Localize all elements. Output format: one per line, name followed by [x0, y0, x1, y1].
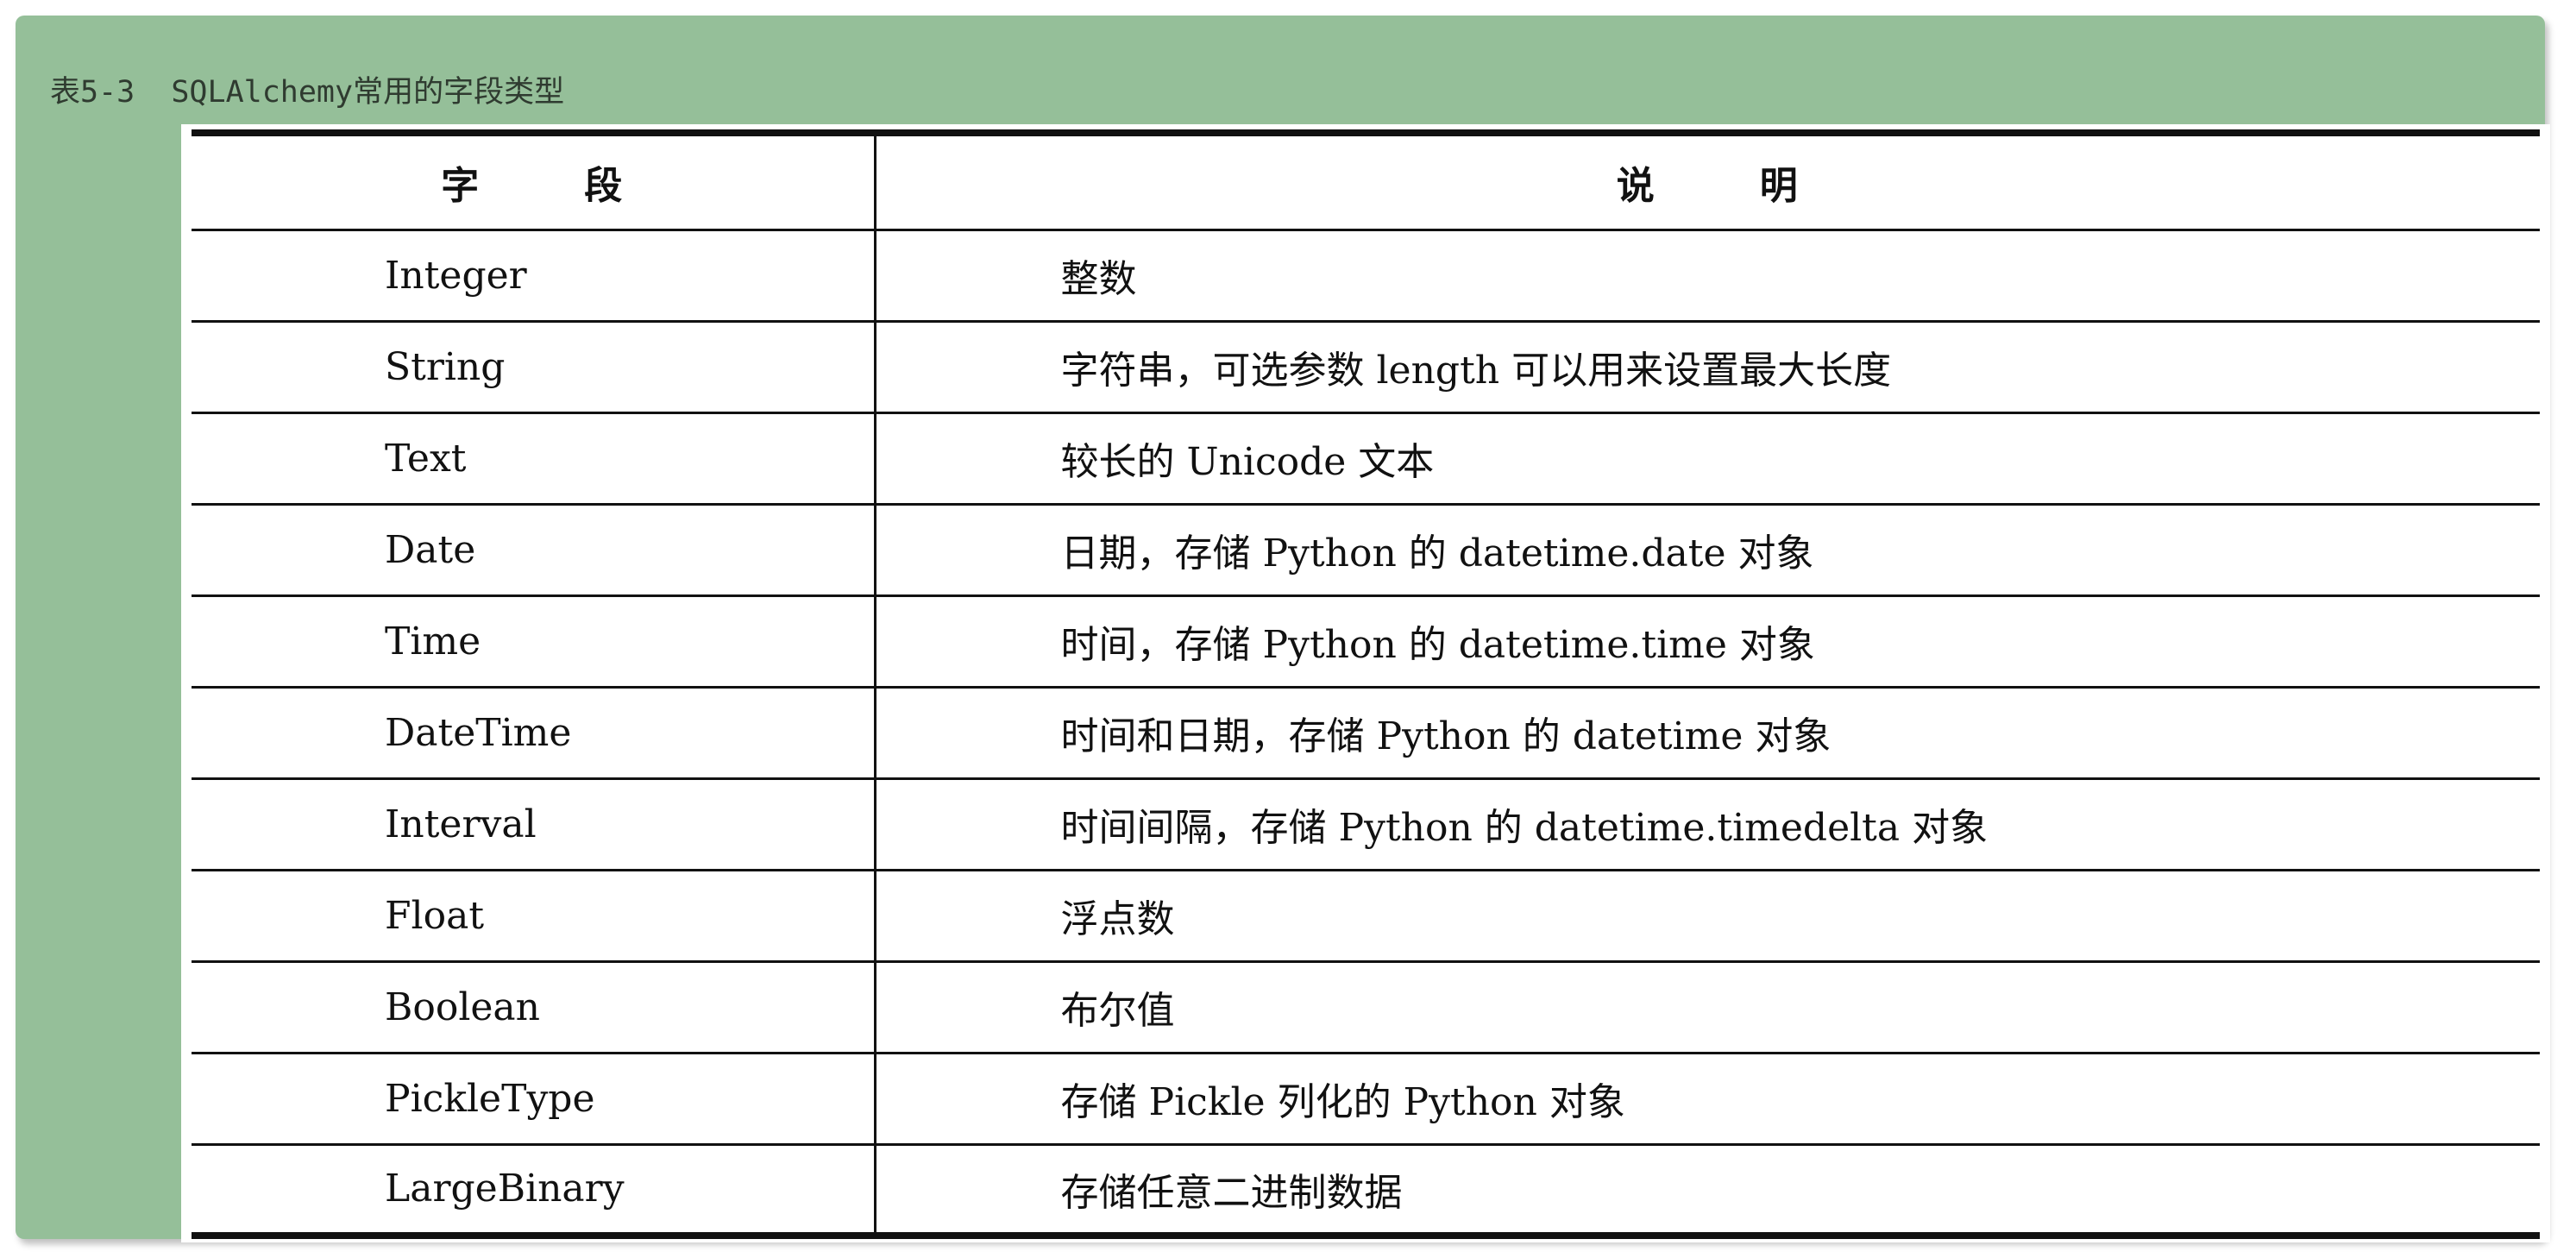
- field-cell: Date: [192, 504, 876, 597]
- table-row: PickleType 存储 Pickle 列化的 Python 对象: [192, 1053, 2540, 1146]
- header-desc-char-2: 明: [1759, 164, 1800, 209]
- table-row: Integer 整数: [192, 230, 2540, 323]
- table-row: LargeBinary 存储任意二进制数据: [192, 1144, 2540, 1239]
- table-row: Float 浮点数: [192, 870, 2540, 963]
- description-cell: 时间，存储 Python 的 datetime.time 对象: [875, 595, 2540, 689]
- header-field: 字段: [192, 129, 876, 231]
- field-cell: Interval: [192, 778, 876, 871]
- table-row: Interval 时间间隔，存储 Python 的 datetime.timed…: [192, 778, 2540, 871]
- table-row: Date 日期，存储 Python 的 datetime.date 对象: [192, 504, 2540, 597]
- description-cell: 存储 Pickle 列化的 Python 对象: [875, 1053, 2540, 1146]
- table-caption: 表5-3 SQLAlchemy常用的字段类型: [50, 75, 565, 110]
- field-cell: String: [192, 321, 876, 414]
- description-cell: 字符串，可选参数 length 可以用来设置最大长度: [875, 321, 2540, 414]
- description-cell: 时间间隔，存储 Python 的 datetime.timedelta 对象: [875, 778, 2540, 871]
- table-row: Time 时间，存储 Python 的 datetime.time 对象: [192, 595, 2540, 689]
- field-cell: Float: [192, 870, 876, 963]
- table-row: String 字符串，可选参数 length 可以用来设置最大长度: [192, 321, 2540, 414]
- table-row: DateTime 时间和日期，存储 Python 的 datetime 对象: [192, 687, 2540, 780]
- description-cell: 整数: [875, 230, 2540, 323]
- field-cell: Time: [192, 595, 876, 689]
- table-row: Text 较长的 Unicode 文本: [192, 412, 2540, 506]
- description-cell: 时间和日期，存储 Python 的 datetime 对象: [875, 687, 2540, 780]
- field-types-table: 字段 说明 Integer 整数 String 字符串，可选参数 length …: [192, 129, 2540, 1239]
- description-cell: 较长的 Unicode 文本: [875, 412, 2540, 506]
- field-cell: DateTime: [192, 687, 876, 780]
- field-cell: PickleType: [192, 1053, 876, 1146]
- description-cell: 浮点数: [875, 870, 2540, 963]
- field-cell: Boolean: [192, 961, 876, 1054]
- header-field-char-2: 段: [584, 164, 625, 209]
- description-cell: 日期，存储 Python 的 datetime.date 对象: [875, 504, 2540, 597]
- header-desc-char-1: 说: [1616, 164, 1656, 209]
- table-row: Boolean 布尔值: [192, 961, 2540, 1054]
- description-cell: 存储任意二进制数据: [875, 1144, 2540, 1239]
- field-cell: Integer: [192, 230, 876, 323]
- header-description: 说明: [875, 129, 2540, 231]
- table-frame: 表5-3 SQLAlchemy常用的字段类型 字段 说明 Integer 整数: [16, 16, 2550, 1242]
- field-cell: Text: [192, 412, 876, 506]
- table-sheet: 字段 说明 Integer 整数 String 字符串，可选参数 length …: [181, 124, 2550, 1242]
- description-cell: 布尔值: [875, 961, 2540, 1054]
- field-cell: LargeBinary: [192, 1144, 876, 1239]
- header-row: 字段 说明: [192, 129, 2540, 231]
- header-field-char-1: 字: [441, 164, 481, 209]
